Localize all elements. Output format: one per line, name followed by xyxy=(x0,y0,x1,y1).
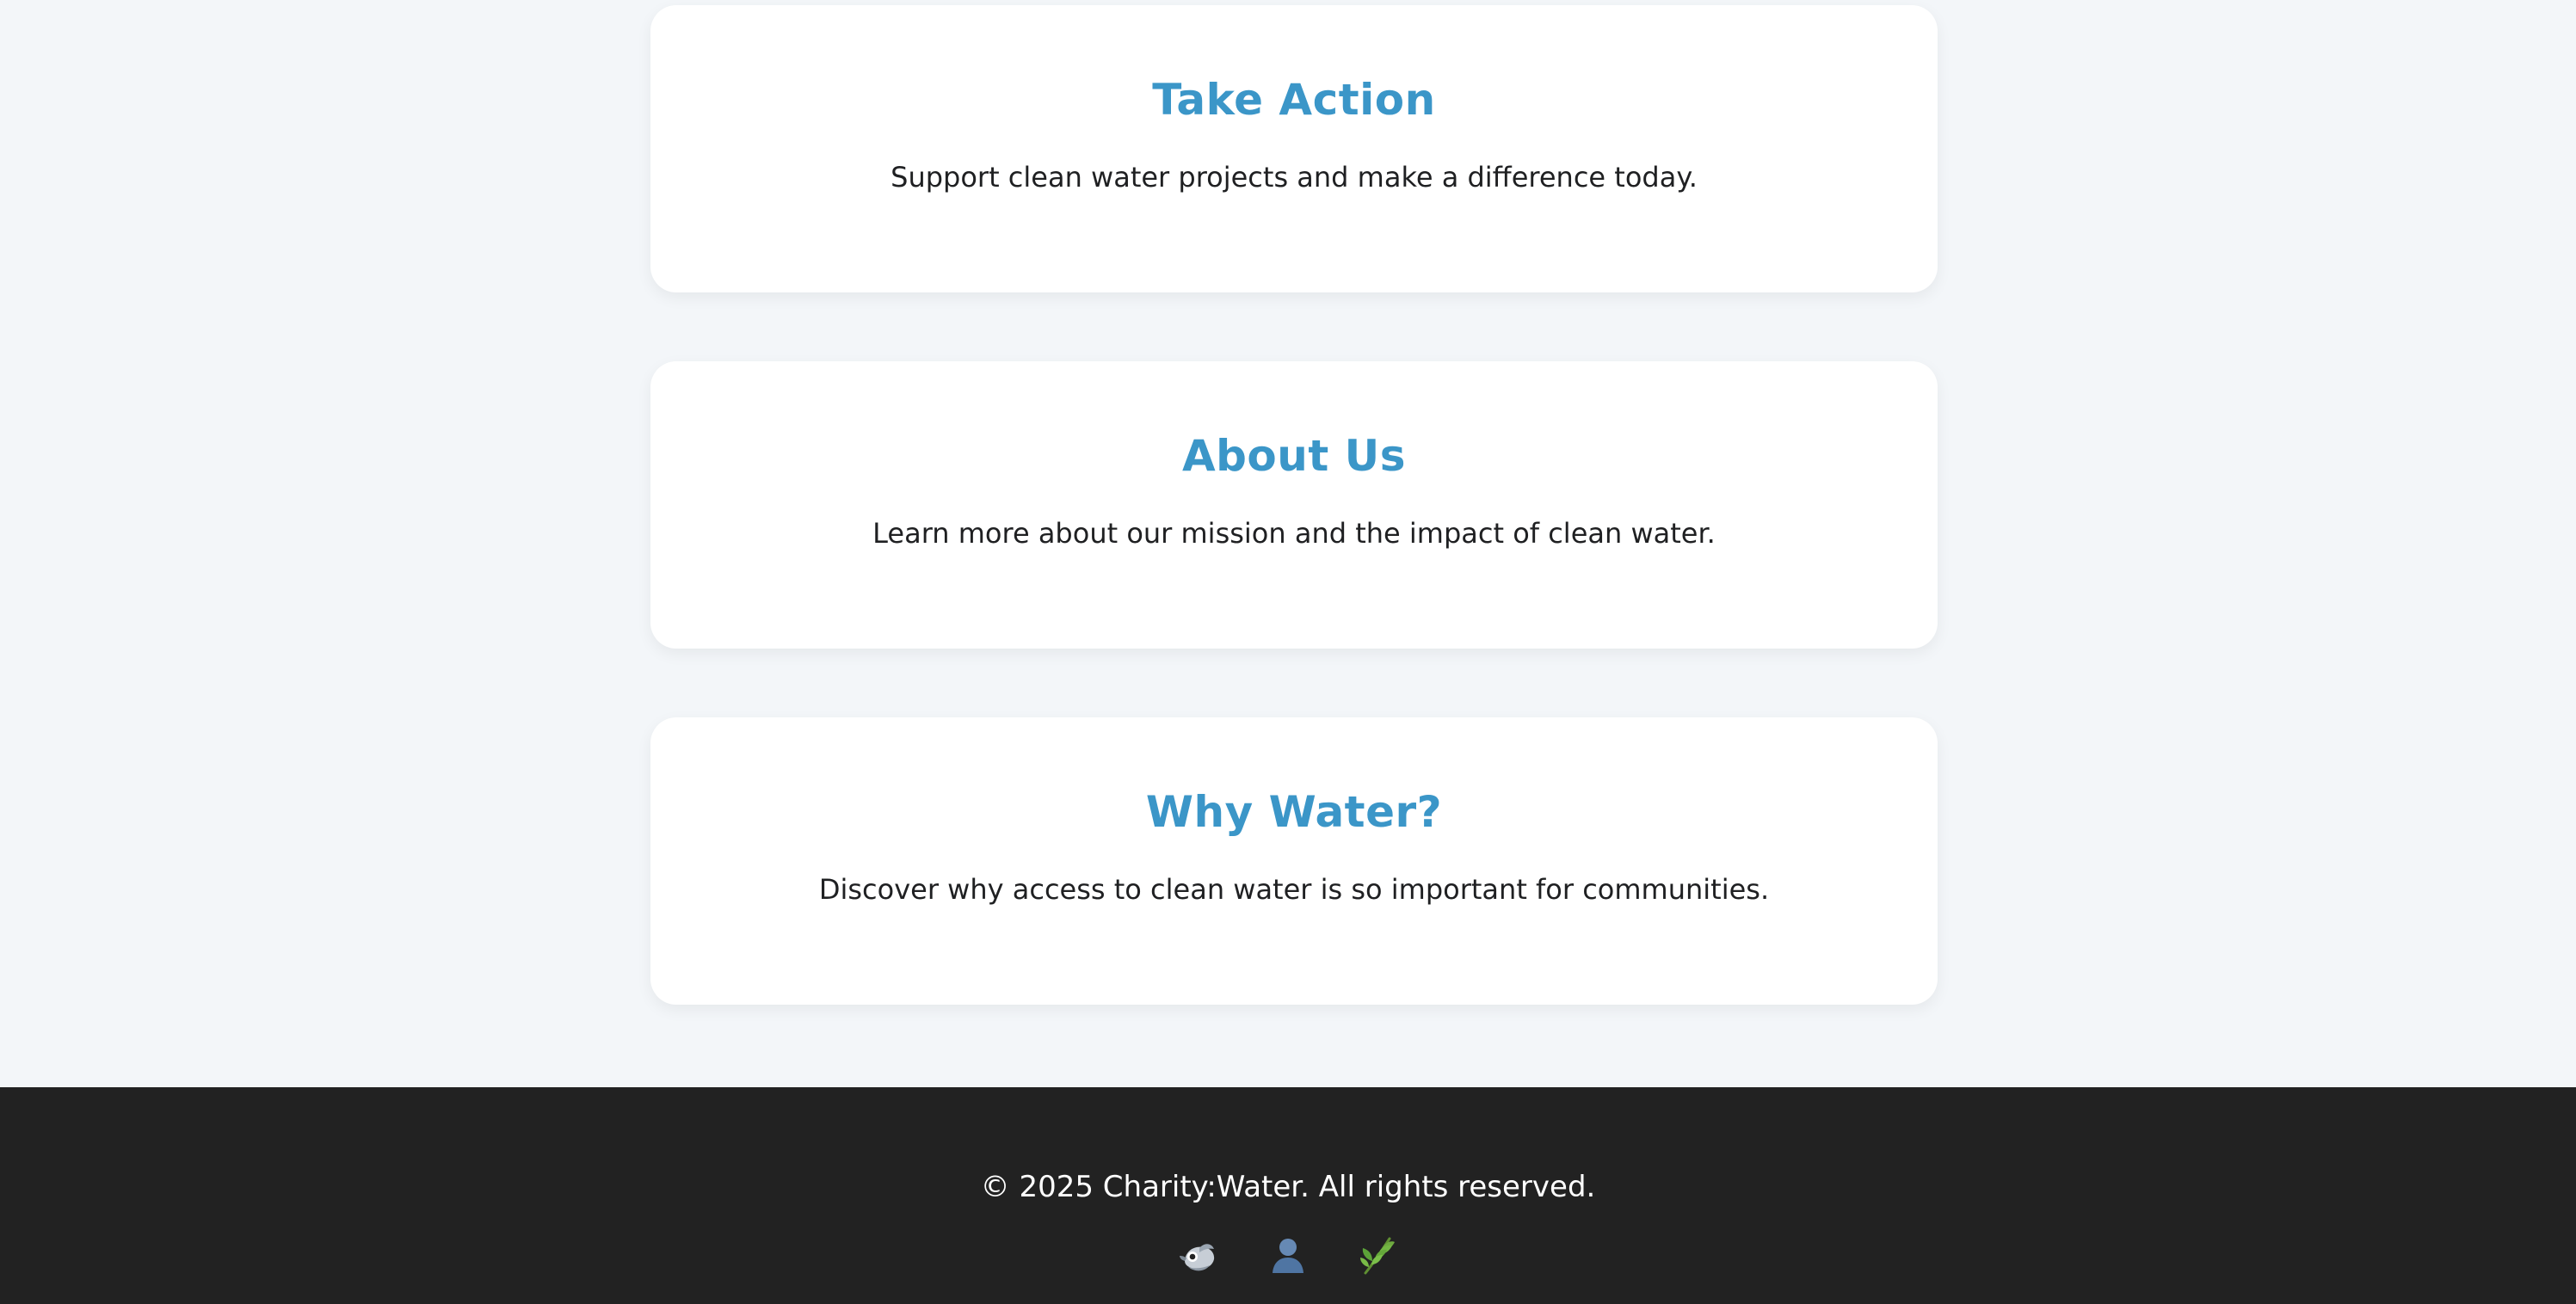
why-water-description: Discover why access to clean water is so… xyxy=(818,873,1770,906)
leaf-icon[interactable] xyxy=(1357,1235,1398,1276)
person-icon[interactable] xyxy=(1267,1235,1309,1276)
take-action-description: Support clean water projects and make a … xyxy=(891,161,1698,194)
about-us-card: About Us Learn more about our mission an… xyxy=(650,361,1938,649)
bird-icon[interactable] xyxy=(1178,1235,1219,1276)
why-water-card: Why Water? Discover why access to clean … xyxy=(650,717,1938,1005)
social-links xyxy=(0,1235,2576,1276)
why-water-title: Why Water? xyxy=(1145,787,1443,837)
take-action-title: Take Action xyxy=(1152,75,1436,125)
about-us-description: Learn more about our mission and the imp… xyxy=(872,517,1716,550)
site-footer: © 2025 Charity:Water. All rights reserve… xyxy=(0,1087,2576,1304)
copyright-text: © 2025 Charity:Water. All rights reserve… xyxy=(980,1170,1596,1204)
page-content: Take Action Support clean water projects… xyxy=(0,0,2576,1087)
take-action-card: Take Action Support clean water projects… xyxy=(650,5,1938,292)
about-us-title: About Us xyxy=(1181,431,1407,481)
